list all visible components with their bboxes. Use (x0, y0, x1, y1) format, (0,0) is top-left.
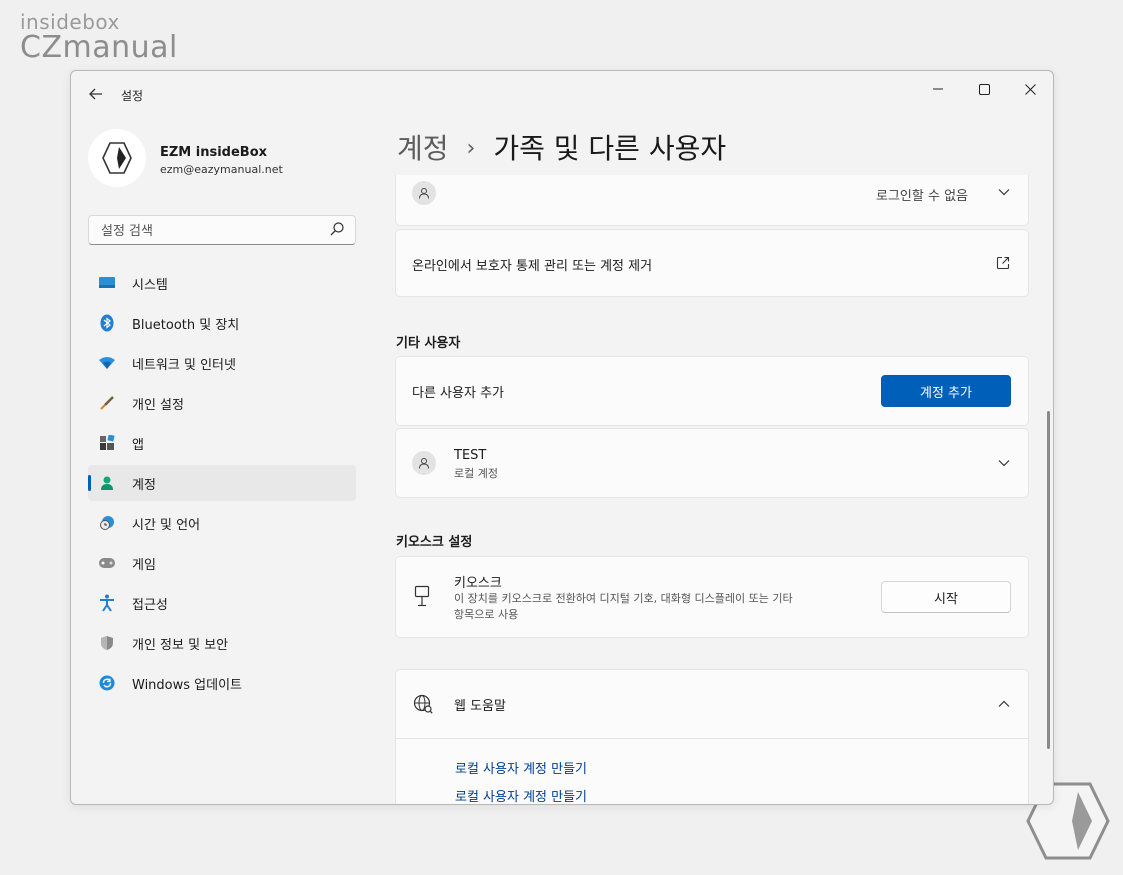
title-bar: 설정 (71, 71, 1053, 119)
user-name: TEST (454, 448, 487, 463)
kiosk-title: 키오스크 설정 (396, 535, 473, 550)
profile-email: ezm@eazymanual.net (160, 163, 283, 176)
sidebar-item-label: Windows 업데이트 (132, 677, 243, 693)
gamepad-icon (98, 554, 116, 572)
wifi-icon (98, 354, 116, 372)
sidebar-item-system[interactable]: 시스템 (88, 265, 356, 301)
online-manage-label: 온라인에서 보호자 통제 관리 또는 계정 제거 (412, 259, 653, 274)
kiosk-icon (414, 585, 430, 607)
kiosk-name: 키오스크 (454, 576, 502, 591)
sidebar-item-label: 계정 (132, 477, 156, 493)
close-icon (1024, 83, 1036, 95)
sidebar-item-accounts[interactable]: 계정 (88, 465, 356, 501)
watermark-logo: insidebox CZmanual (20, 10, 178, 65)
search-input[interactable] (99, 220, 323, 242)
search-icon[interactable] (329, 221, 345, 237)
kiosk-description-line2: 항목으로 사용 (454, 608, 519, 621)
clock-globe-icon (98, 514, 116, 532)
avatar[interactable] (88, 129, 146, 187)
minimize-button[interactable] (923, 79, 953, 99)
sidebar-item-label: 시스템 (132, 277, 168, 293)
web-help-card: 웹 도움말 로컬 사용자 계정 만들기 로컬 사용자 계정 만들기 (395, 669, 1029, 804)
sidebar-nav: 시스템 Bluetooth 및 장치 네트워크 및 인터넷 개인 설정 앱 계정… (88, 265, 356, 705)
add-user-card: 다른 사용자 추가 계정 추가 (395, 356, 1029, 426)
chevron-up-icon[interactable] (998, 700, 1010, 708)
sidebar-item-personalization[interactable]: 개인 설정 (88, 385, 356, 421)
globe-search-icon (413, 694, 433, 714)
app-title: 설정 (121, 89, 144, 103)
back-arrow-icon (89, 88, 102, 100)
user-card[interactable]: TEST 로컬 계정 (395, 428, 1029, 498)
sidebar-item-windows-update[interactable]: Windows 업데이트 (88, 665, 356, 701)
main-content: 로그인할 수 없음 온라인에서 보호자 통제 관리 또는 계정 제거 기타 사용… (395, 175, 1029, 804)
add-user-label: 다른 사용자 추가 (412, 386, 504, 401)
online-manage-card[interactable]: 온라인에서 보호자 통제 관리 또는 계정 제거 (395, 229, 1029, 297)
chevron-down-icon[interactable] (998, 459, 1010, 467)
sidebar-item-label: 시간 및 언어 (132, 517, 201, 533)
sidebar-item-label: 접근성 (132, 597, 168, 613)
settings-window: 설정 EZM insideBox ezm@eazymanual.net 설정 검… (70, 70, 1054, 805)
user-avatar-icon (412, 181, 436, 205)
sidebar-item-network[interactable]: 네트워크 및 인터넷 (88, 345, 356, 381)
breadcrumb-parent[interactable]: 계정 (397, 132, 449, 165)
other-users-title: 기타 사용자 (396, 336, 461, 351)
bluetooth-icon (98, 314, 116, 332)
family-member-card[interactable]: 로그인할 수 없음 (395, 175, 1029, 226)
sidebar-item-label: 앱 (132, 437, 144, 453)
sidebar-item-label: 개인 설정 (132, 397, 184, 413)
external-link-icon (996, 256, 1010, 270)
watermark-line2: CZmanual (20, 30, 178, 65)
hexagon-avatar-icon (102, 142, 132, 174)
kiosk-description-line1: 이 장치를 키오스크로 전환하여 디지털 기호, 대화형 디스플레이 또는 기타 (454, 592, 793, 605)
help-link[interactable]: 로컬 사용자 계정 만들기 (455, 786, 587, 804)
close-button[interactable] (1015, 79, 1045, 99)
update-icon (98, 674, 116, 692)
maximize-icon (978, 83, 990, 95)
add-account-button[interactable]: 계정 추가 (881, 375, 1011, 407)
brush-icon (98, 394, 116, 412)
sidebar-item-apps[interactable]: 앱 (88, 425, 356, 461)
sidebar-item-label: 게임 (132, 557, 156, 573)
sidebar-item-label: 네트워크 및 인터넷 (132, 357, 236, 373)
chevron-down-icon[interactable] (998, 188, 1010, 196)
breadcrumb-separator: › (466, 136, 476, 161)
profile-name: EZM insideBox (160, 145, 268, 160)
shield-icon (98, 634, 116, 652)
sidebar-item-privacy[interactable]: 개인 정보 및 보안 (88, 625, 356, 661)
member-status: 로그인할 수 없음 (876, 189, 968, 204)
help-link[interactable]: 로컬 사용자 계정 만들기 (455, 758, 587, 777)
user-type: 로컬 계정 (454, 467, 498, 480)
monitor-icon (98, 274, 116, 292)
sidebar-item-gaming[interactable]: 게임 (88, 545, 356, 581)
sidebar-item-accessibility[interactable]: 접근성 (88, 585, 356, 621)
maximize-button[interactable] (969, 79, 999, 99)
sidebar-item-label: Bluetooth 및 장치 (132, 317, 240, 333)
breadcrumb: 계정 › 가족 및 다른 사용자 (397, 127, 726, 167)
sidebar-item-time-language[interactable]: 시간 및 언어 (88, 505, 356, 541)
minimize-icon (933, 88, 943, 90)
kiosk-card: 키오스크 이 장치를 키오스크로 전환하여 디지털 기호, 대화형 디스플레이 … (395, 556, 1029, 638)
kiosk-start-button[interactable]: 시작 (881, 581, 1011, 613)
search-box[interactable] (88, 215, 356, 245)
account-icon (98, 474, 116, 492)
page-title: 가족 및 다른 사용자 (493, 132, 727, 165)
apps-icon (98, 434, 116, 452)
sidebar-item-label: 개인 정보 및 보안 (132, 637, 229, 653)
accessibility-icon (98, 594, 116, 612)
web-help-header[interactable]: 웹 도움말 (396, 670, 1028, 739)
scrollbar[interactable] (1047, 411, 1050, 749)
user-avatar-icon (412, 451, 436, 475)
web-help-title: 웹 도움말 (454, 699, 506, 714)
back-button[interactable] (85, 85, 107, 107)
sidebar-item-bluetooth[interactable]: Bluetooth 및 장치 (88, 305, 356, 341)
